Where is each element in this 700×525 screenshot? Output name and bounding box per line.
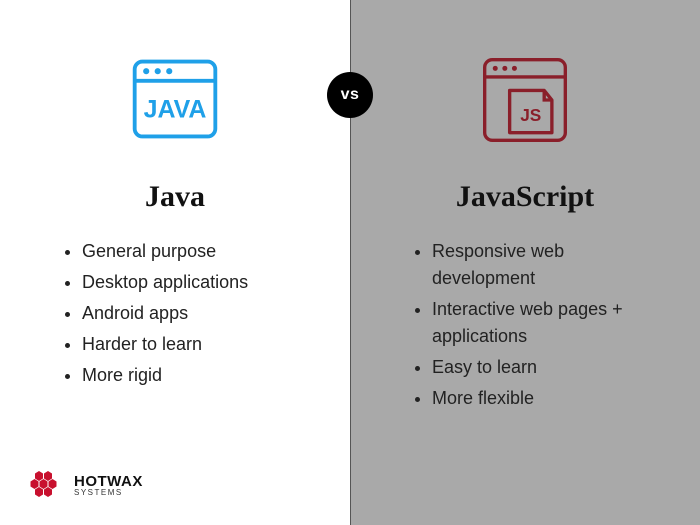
- hexagon-cluster-icon: [30, 469, 66, 501]
- right-title: JavaScript: [456, 180, 594, 214]
- js-browser-icon: JS: [477, 52, 573, 148]
- list-item: More flexible: [432, 385, 640, 412]
- vs-badge: vs: [327, 72, 373, 118]
- list-item: Interactive web pages + applications: [432, 296, 640, 350]
- list-item: Desktop applications: [82, 269, 290, 296]
- right-column: JS JavaScript Responsive web development…: [350, 0, 700, 525]
- js-icon-slot: JS: [477, 40, 573, 160]
- list-item: General purpose: [82, 238, 290, 265]
- list-item: Android apps: [82, 300, 290, 327]
- logo-text: HOTWAX SYSTEMS: [74, 474, 143, 497]
- comparison-canvas: JAVA Java General purpose Desktop applic…: [0, 0, 700, 525]
- list-item: Responsive web development: [432, 238, 640, 292]
- java-browser-icon: JAVA: [127, 52, 223, 148]
- left-bullet-list: General purpose Desktop applications And…: [60, 238, 290, 393]
- js-icon-text: JS: [520, 105, 541, 125]
- right-bullet-list: Responsive web development Interactive w…: [410, 238, 640, 416]
- list-item: More rigid: [82, 362, 290, 389]
- left-title: Java: [145, 180, 205, 214]
- list-item: Harder to learn: [82, 331, 290, 358]
- hotwax-logo: HOTWAX SYSTEMS: [30, 469, 143, 501]
- logo-brand-top: HOTWAX: [74, 474, 143, 489]
- vs-label: vs: [341, 86, 360, 104]
- java-icon-slot: JAVA: [127, 40, 223, 160]
- list-item: Easy to learn: [432, 354, 640, 381]
- java-icon-text: JAVA: [144, 95, 207, 123]
- logo-brand-bottom: SYSTEMS: [74, 489, 143, 497]
- left-column: JAVA Java General purpose Desktop applic…: [0, 0, 350, 525]
